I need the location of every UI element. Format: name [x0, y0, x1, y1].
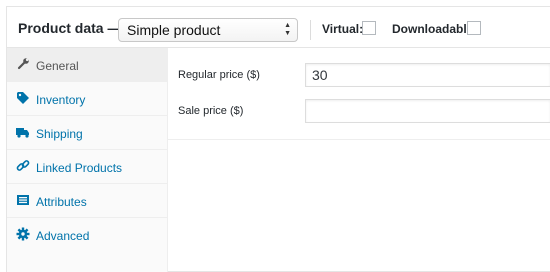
regular-price-label: Regular price ($) [178, 69, 260, 81]
product-type-selected: Simple product [127, 22, 221, 38]
regular-price-input[interactable]: 30 [305, 63, 550, 87]
tab-inventory[interactable]: Inventory [7, 82, 167, 116]
sale-price-label: Sale price ($) [178, 105, 244, 117]
tab-label: General [36, 59, 79, 73]
virtual-checkbox[interactable] [362, 21, 376, 35]
tab-shipping[interactable]: Shipping [7, 116, 167, 150]
tab-attributes[interactable]: Attributes [7, 184, 167, 218]
tab-label: Linked Products [36, 161, 123, 175]
list-icon [17, 195, 29, 205]
downloadable-label: Downloadable: [392, 22, 478, 36]
product-data-tabs: General Inventory Shipping Linked Produc… [7, 48, 168, 272]
tab-linked-products[interactable]: Linked Products [7, 150, 167, 184]
tag-icon [17, 92, 29, 104]
gear-icon [16, 227, 30, 241]
general-section-divider [168, 139, 550, 140]
downloadable-checkbox[interactable] [467, 21, 481, 35]
tab-label: Shipping [36, 127, 83, 141]
sale-price-input[interactable] [305, 99, 550, 123]
virtual-label: Virtual: [322, 22, 364, 36]
header-divider [310, 20, 311, 40]
tab-general[interactable]: General [7, 48, 167, 82]
product-data-panel: Product data — Simple product ▲ ▼ Virtual… [6, 6, 550, 272]
link-icon [16, 160, 30, 171]
wrench-icon [17, 58, 29, 70]
tab-label: Attributes [36, 195, 87, 209]
select-arrows-icon: ▲ ▼ [284, 22, 291, 37]
product-data-header: Product data — Simple product ▲ ▼ Virtual… [7, 7, 550, 48]
truck-icon [16, 128, 29, 138]
tab-label: Advanced [36, 229, 90, 243]
tab-advanced[interactable]: Advanced [7, 218, 167, 252]
product-type-select[interactable]: Simple product ▲ ▼ [118, 18, 298, 42]
tab-label: Inventory [36, 93, 86, 107]
panel-title: Product data — [18, 20, 122, 36]
